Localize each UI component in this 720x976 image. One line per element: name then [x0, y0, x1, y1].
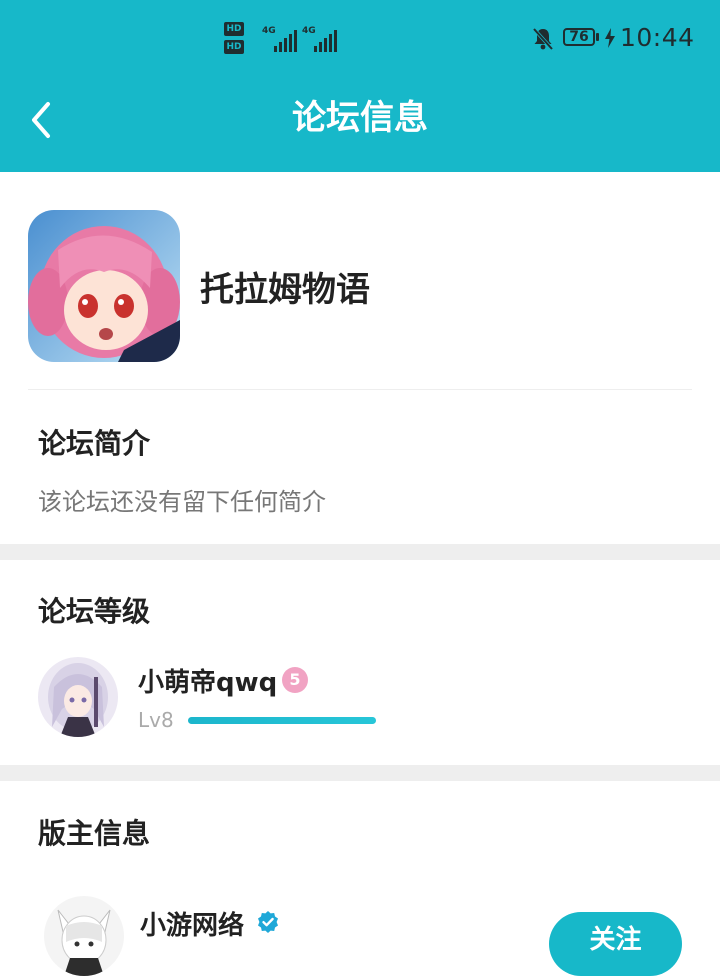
level-badge: 5: [282, 667, 308, 693]
moderator-avatar[interactable]: [44, 896, 124, 976]
verified-icon: [258, 911, 278, 933]
intro-text: 该论坛还没有留下任何简介: [38, 488, 326, 516]
divider: [28, 389, 692, 390]
level-section-title: 论坛等级: [38, 595, 151, 628]
user-name: 小萌帝qwq: [138, 668, 278, 698]
intro-section-title: 论坛简介: [38, 427, 151, 460]
hd-icon: HD HD: [224, 22, 260, 60]
moderator-name: 小游网络: [140, 911, 245, 941]
signal-icon: 4G: [302, 26, 338, 52]
mute-icon: [532, 27, 554, 51]
forum-name: 托拉姆物语: [200, 270, 370, 310]
user-avatar[interactable]: [38, 657, 118, 737]
level-progress-bar: [188, 717, 376, 724]
section-divider: [0, 765, 720, 781]
forum-avatar: [28, 210, 180, 362]
hd-badge: HD: [224, 40, 244, 54]
hd-badge: HD: [224, 22, 244, 36]
page-title: 论坛信息: [292, 98, 428, 138]
section-divider: [0, 544, 720, 560]
signal-icon: 4G: [262, 26, 298, 52]
clock: 10:44: [620, 23, 695, 52]
battery-tip: [596, 33, 599, 41]
charging-icon: [605, 28, 615, 48]
moderator-section-title: 版主信息: [38, 817, 151, 850]
user-level: Lv8: [138, 708, 174, 732]
level-progress-fill: [188, 717, 376, 724]
battery-icon: 76: [563, 28, 595, 46]
app-header: HD HD 4G 4G 76 10:44 论坛信息: [0, 0, 720, 172]
follow-button[interactable]: 关注: [549, 912, 682, 976]
status-bar: HD HD 4G 4G 76 10:44: [0, 18, 720, 62]
